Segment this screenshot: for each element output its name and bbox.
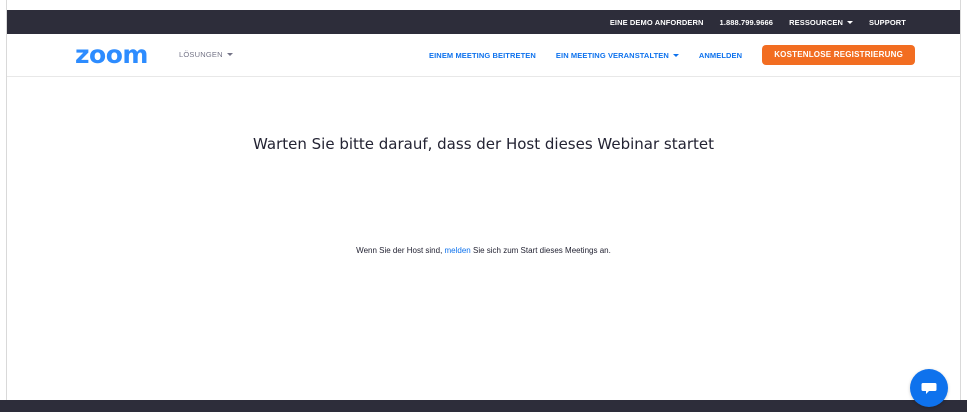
request-demo-link[interactable]: EINE DEMO ANFORDERN: [610, 18, 704, 27]
signup-button[interactable]: KOSTENLOSE REGISTRIERUNG: [762, 45, 915, 65]
footer-bar: [0, 400, 967, 412]
solutions-menu[interactable]: LÖSUNGEN: [179, 50, 233, 59]
support-link[interactable]: SUPPORT: [869, 18, 906, 27]
chat-button[interactable]: [910, 369, 948, 407]
resources-label: RESSOURCEN: [789, 17, 844, 27]
zoom-logo[interactable]: zoom: [75, 41, 148, 69]
join-meeting-link[interactable]: EINEM MEETING BEITRETEN: [429, 51, 536, 60]
solutions-label: LÖSUNGEN: [179, 50, 223, 59]
host-signin-link[interactable]: melden: [445, 246, 471, 255]
main-navigation: zoom LÖSUNGEN EINEM MEETING BEITRETEN EI…: [7, 34, 960, 77]
resources-menu[interactable]: RESSOURCEN: [789, 17, 854, 27]
page: EINE DEMO ANFORDERN 1.888.799.9666 RESSO…: [0, 0, 967, 412]
top-utility-bar: EINE DEMO ANFORDERN 1.888.799.9666 RESSO…: [7, 10, 960, 34]
chat-bubble-icon: [921, 383, 937, 394]
chevron-down-icon: [847, 20, 854, 24]
host-message-suffix: Sie sich zum Start dieses Meetings an.: [470, 246, 611, 255]
host-signin-message: Wenn Sie der Host sind, melden Sie sich …: [0, 246, 967, 255]
host-meeting-label: EIN MEETING VERANSTALTEN: [555, 50, 669, 60]
chevron-down-icon: [672, 53, 679, 57]
chevron-down-icon: [226, 53, 233, 56]
host-meeting-menu[interactable]: EIN MEETING VERANSTALTEN: [556, 51, 679, 60]
host-message-prefix: Wenn Sie der Host sind,: [356, 246, 445, 255]
sign-in-link[interactable]: ANMELDEN: [699, 51, 742, 60]
phone-number-link[interactable]: 1.888.799.9666: [720, 18, 774, 27]
nav-actions: EINEM MEETING BEITRETEN EIN MEETING VERA…: [429, 43, 915, 67]
waiting-headline: Warten Sie bitte darauf, dass der Host d…: [253, 135, 714, 153]
